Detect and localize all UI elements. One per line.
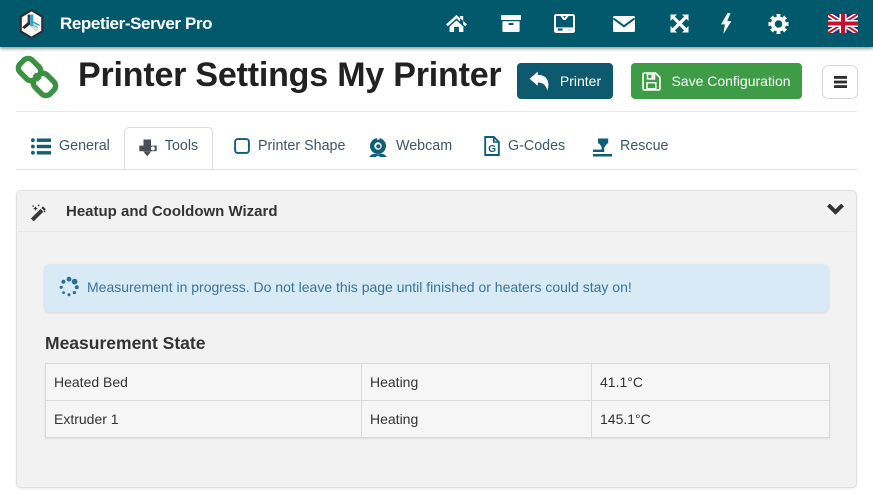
svg-text:G: G	[488, 144, 496, 155]
